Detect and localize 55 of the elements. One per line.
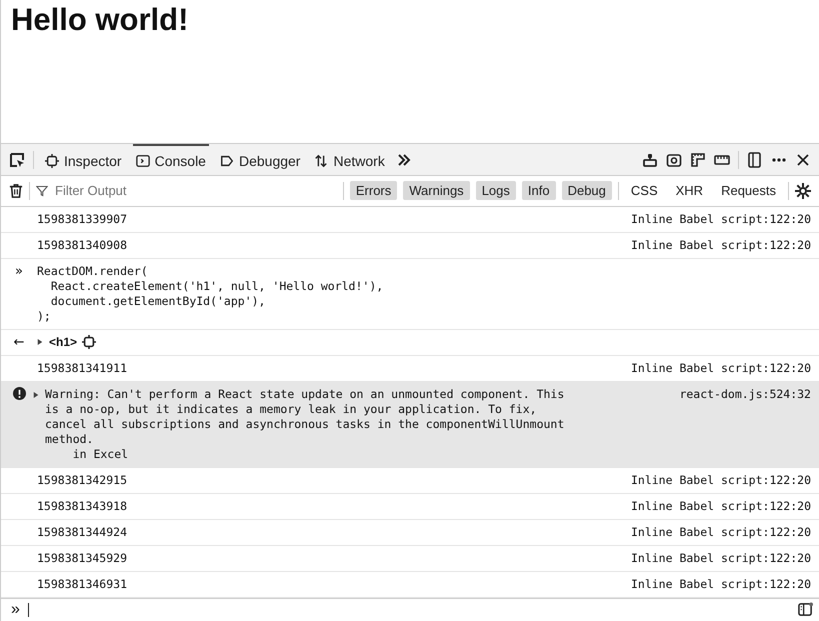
- source-link[interactable]: Inline Babel script:122:20: [630, 550, 811, 566]
- devtools-tab[interactable]: Inspector: [42, 144, 125, 176]
- log-message: 1598381340908: [37, 238, 128, 253]
- gear-icon[interactable]: [795, 182, 811, 199]
- source-link[interactable]: Inline Babel script:122:20: [630, 360, 811, 376]
- devtools-tab[interactable]: Debugger: [216, 144, 304, 176]
- log-message: 1598381343918: [37, 498, 128, 514]
- filter-toggle[interactable]: Info: [522, 181, 556, 200]
- crosshair-icon: [45, 154, 59, 168]
- source-link[interactable]: Inline Babel script:122:20: [630, 212, 811, 227]
- result-arrow: ←: [14, 334, 24, 350]
- code-text: ReactDOM.render( React.createElement('h1', null, 'Hello world!'), document.getElementById('app'), );: [37, 264, 384, 324]
- log-message: 1598381339907: [37, 212, 128, 227]
- filter-toggle[interactable]: CSS: [624, 181, 664, 200]
- devtools-tab[interactable]: Console: [132, 144, 209, 176]
- filter-field[interactable]: Filter Output: [53, 182, 237, 200]
- log-message: 1598381341911: [37, 360, 128, 376]
- filter-toggle[interactable]: Logs: [476, 181, 516, 200]
- filter-toggle[interactable]: XHR: [670, 181, 710, 200]
- filter-toggle[interactable]: Warnings: [403, 181, 470, 200]
- filter-toggle[interactable]: Errors: [350, 181, 398, 200]
- terminal-icon: [136, 154, 150, 168]
- filter-toggle[interactable]: Requests: [715, 181, 782, 200]
- log-message: 1598381342915: [37, 472, 128, 488]
- split-console-icon[interactable]: [798, 602, 813, 618]
- element-picker-icon[interactable]: [9, 152, 25, 168]
- source-link[interactable]: Inline Babel script:122:20: [630, 472, 811, 488]
- warning-message: Warning: Can't perform a React state update on an unmounted component. This is a no-op, but it indicates a memory leak in your application. To fix, cancel all subscriptions and asynchronous tasks in the componentWillUnmount method. in Excel: [45, 386, 566, 462]
- funnel-icon: [36, 184, 48, 197]
- log-message: 1598381346931: [37, 576, 128, 592]
- devtools-tab[interactable]: Network: [311, 144, 388, 176]
- responsive-view-icon[interactable]: [747, 152, 763, 168]
- source-link[interactable]: Inline Babel script:122:20: [630, 238, 811, 253]
- source-link[interactable]: Inline Babel script:122:20: [630, 524, 811, 540]
- warning-icon: [12, 386, 26, 400]
- page-heading: Hello world!: [11, 1, 190, 39]
- log-message: 1598381344924: [37, 524, 128, 540]
- tag-shape-icon: [220, 154, 234, 168]
- crosshair-icon[interactable]: [82, 335, 96, 350]
- log-message: 1598381345929: [37, 550, 128, 566]
- camera-icon[interactable]: [666, 152, 682, 168]
- expand-triangle-icon[interactable]: [37, 338, 43, 346]
- source-link[interactable]: Inline Babel script:122:20: [630, 498, 811, 514]
- expand-triangle-icon[interactable]: [33, 390, 39, 399]
- filter-toggle[interactable]: Debug: [562, 181, 612, 200]
- input-prompt: »: [11, 600, 20, 619]
- source-link[interactable]: Inline Babel script:122:20: [630, 576, 811, 592]
- chevron-double-right-icon[interactable]: [396, 152, 412, 168]
- result-node[interactable]: <h1>: [49, 334, 78, 350]
- close-icon[interactable]: [795, 152, 811, 168]
- source-link[interactable]: react-dom.js:524:32: [679, 386, 811, 402]
- up-down-arrows-icon: [314, 154, 328, 168]
- trash-icon[interactable]: [9, 182, 23, 199]
- input-prompt: »: [15, 264, 23, 279]
- ruler-icon[interactable]: [690, 152, 706, 168]
